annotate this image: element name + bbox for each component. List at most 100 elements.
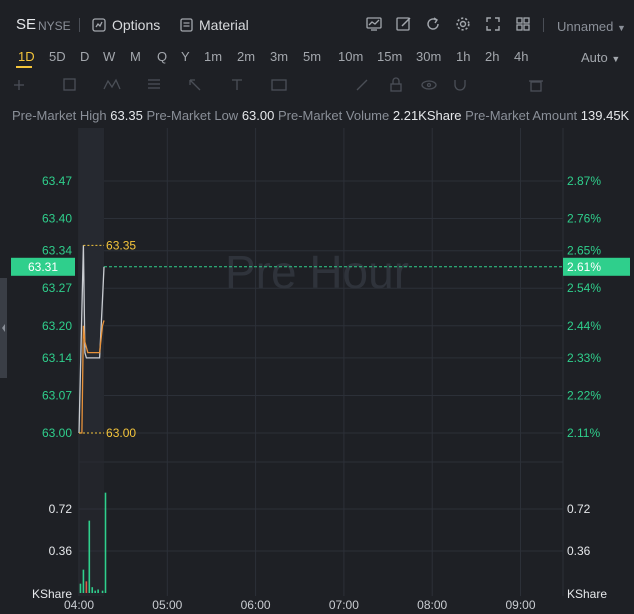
- lock-icon[interactable]: [390, 77, 402, 92]
- y-tick-percent: 2.54%: [567, 281, 601, 295]
- period-w[interactable]: W: [103, 49, 115, 64]
- scale-mode-label: Auto: [581, 50, 608, 65]
- y-tick-price: 63.14: [42, 351, 72, 365]
- eye-icon[interactable]: [421, 80, 437, 90]
- symbol-label[interactable]: SE: [16, 16, 36, 33]
- period-3m[interactable]: 3m: [270, 49, 288, 64]
- chevron-down-icon: ▼: [617, 23, 626, 33]
- x-tick-label: 06:00: [241, 598, 271, 612]
- layout-name-dropdown[interactable]: Unnamed ▼: [557, 19, 626, 34]
- magnet-icon[interactable]: [454, 80, 466, 91]
- x-tick-label: 04:00: [64, 598, 94, 612]
- period-m[interactable]: M: [130, 49, 141, 64]
- period-2h[interactable]: 2h: [485, 49, 499, 64]
- fib-tool-icon[interactable]: [148, 79, 160, 89]
- stat-low-value: 63.00: [241, 108, 275, 123]
- period-d[interactable]: D: [80, 49, 89, 64]
- options-button[interactable]: Options: [92, 17, 160, 33]
- y-tick-percent: 2.65%: [567, 244, 601, 258]
- scale-mode-dropdown[interactable]: Auto ▼: [581, 50, 620, 65]
- period-15m[interactable]: 15m: [377, 49, 402, 64]
- premarket-stats: Pre-Market High 63.35 Pre-Market Low 63.…: [12, 108, 629, 123]
- volume-bar: [91, 587, 94, 593]
- material-label: Material: [199, 17, 249, 33]
- watermark-text: Pre Hour: [225, 246, 409, 298]
- y-tick-percent: 2.11%: [567, 426, 600, 440]
- divider: [543, 18, 544, 32]
- pattern-tool-icon[interactable]: [103, 78, 121, 90]
- chevron-down-icon: ▼: [611, 54, 621, 64]
- volume-y-tick: 0.36: [49, 544, 73, 558]
- current-price-tag: [11, 257, 75, 276]
- volume-y-tick-right: 0.72: [567, 502, 591, 516]
- chevron-left-icon: [2, 324, 5, 332]
- pencil-icon[interactable]: [356, 79, 368, 91]
- draw-pen-icon[interactable]: [396, 16, 412, 32]
- y-tick-price: 63.07: [42, 388, 72, 402]
- fullscreen-icon[interactable]: [485, 16, 501, 32]
- image-tool-icon[interactable]: [271, 79, 287, 91]
- crosshair-icon[interactable]: [14, 80, 24, 90]
- drawing-toolbar: [14, 77, 543, 92]
- y-tick-percent: 2.33%: [567, 351, 601, 365]
- period-q[interactable]: Q: [157, 49, 167, 64]
- volume-bar: [82, 569, 85, 593]
- volume-bar: [79, 583, 82, 593]
- volume-bar: [97, 589, 99, 593]
- volume-bar: [88, 520, 91, 593]
- stat-amount-value: 139.45K: [580, 108, 630, 123]
- period-1h[interactable]: 1h: [456, 49, 470, 64]
- divider: [79, 18, 80, 32]
- period-1m[interactable]: 1m: [204, 49, 222, 64]
- stat-low-label: Pre-Market Low: [146, 108, 239, 123]
- layout-grid-icon[interactable]: [515, 16, 531, 32]
- current-pct-label: 2.61%: [567, 260, 601, 274]
- x-tick-label: 07:00: [329, 598, 359, 612]
- period-4h[interactable]: 4h: [514, 49, 528, 64]
- volume-bar: [104, 492, 107, 593]
- traded-region-volume: [79, 128, 105, 596]
- gear-icon[interactable]: [455, 16, 471, 32]
- y-tick-percent: 2.87%: [567, 174, 601, 188]
- stat-high-value: 63.35: [110, 108, 143, 123]
- y-tick-price: 63.40: [42, 212, 72, 226]
- period-1d[interactable]: 1D: [18, 49, 35, 64]
- period-30m[interactable]: 30m: [416, 49, 441, 64]
- volume-y-tick-right: 0.36: [567, 544, 591, 558]
- y-tick-percent: 2.76%: [567, 212, 601, 226]
- refresh-icon[interactable]: [425, 16, 441, 32]
- y-tick-price: 63.20: [42, 319, 72, 333]
- options-label: Options: [112, 17, 161, 33]
- period-2m[interactable]: 2m: [237, 49, 255, 64]
- material-icon: [180, 18, 193, 32]
- period-5d[interactable]: 5D: [49, 49, 66, 64]
- high-marker-label: 63.35: [106, 238, 136, 252]
- active-period-underline: [16, 66, 32, 68]
- stat-high-label: Pre-Market High: [12, 108, 107, 123]
- text-tool-icon[interactable]: [232, 79, 242, 90]
- period-10m[interactable]: 10m: [338, 49, 363, 64]
- traded-region: [79, 128, 105, 433]
- volume-bar: [85, 581, 88, 593]
- trash-icon[interactable]: [529, 80, 543, 92]
- period-y[interactable]: Y: [181, 49, 190, 64]
- indicator-icon[interactable]: [366, 16, 382, 32]
- price-line: [78, 245, 105, 434]
- y-tick-price: 63.47: [42, 174, 72, 188]
- top-bar: SE NYSE Options Material Unnamed ▼: [0, 0, 634, 42]
- stat-volume-value: 2.21KShare: [392, 108, 462, 123]
- current-price-label: 63.31: [28, 260, 58, 274]
- rectangle-tool-icon[interactable]: [63, 78, 76, 91]
- arrow-tool-icon[interactable]: [189, 79, 201, 91]
- options-icon: [92, 18, 106, 32]
- low-marker-label: 63.00: [106, 426, 136, 440]
- material-button[interactable]: Material: [180, 17, 249, 33]
- side-collapse-handle: [0, 278, 7, 378]
- layout-name-label: Unnamed: [557, 19, 614, 34]
- period-5m[interactable]: 5m: [303, 49, 321, 64]
- stat-volume-label: Pre-Market Volume: [277, 108, 390, 123]
- y-tick-price: 63.27: [42, 281, 72, 295]
- x-tick-label: 09:00: [505, 598, 535, 612]
- period-selector: 1D 5D D W M Q Y 1m 2m 3m 5m 10m 15m 30m 1h 2h 4h: [0, 44, 634, 68]
- y-tick-price: 63.34: [42, 244, 72, 258]
